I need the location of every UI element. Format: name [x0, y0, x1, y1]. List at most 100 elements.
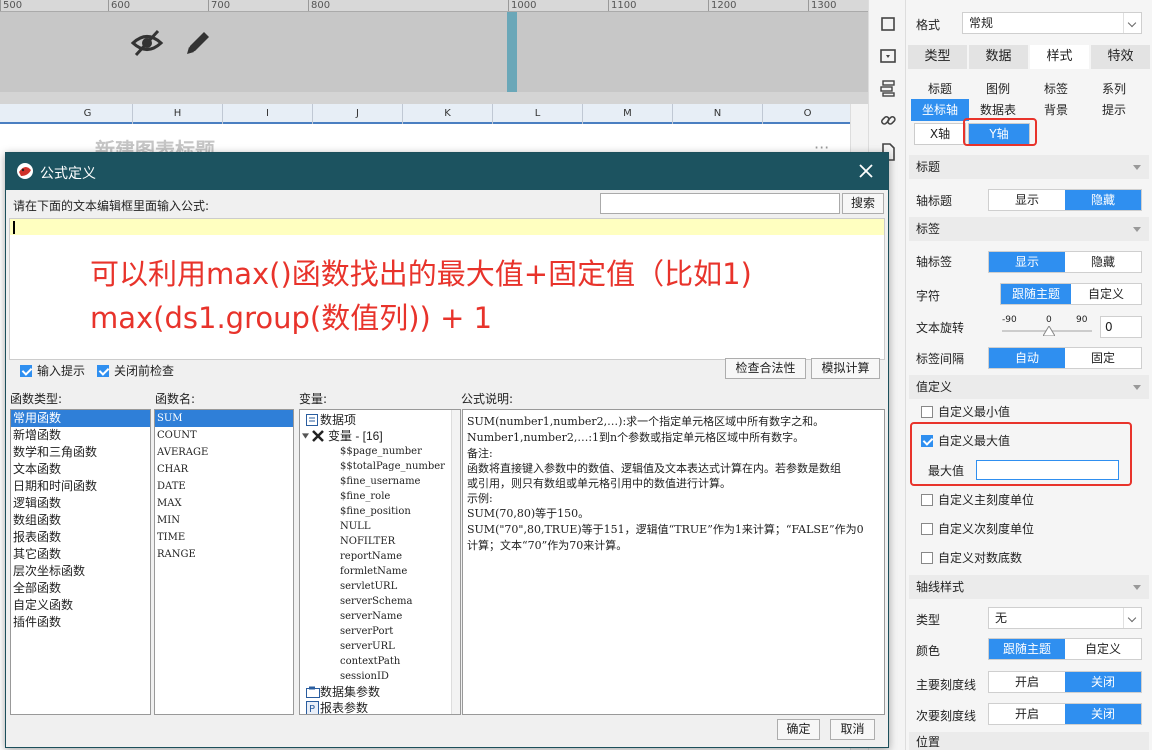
tab-type[interactable]: 类型	[908, 45, 967, 69]
search-button[interactable]: 搜索	[842, 193, 884, 214]
custom-major-checkbox[interactable]: 自定义主刻度单位	[921, 491, 1034, 508]
list-item[interactable]: NULL	[300, 519, 460, 534]
interval-toggle[interactable]: 自动 固定	[988, 347, 1142, 369]
char-custom[interactable]: 自定义	[1071, 284, 1141, 304]
custom-min-checkbox[interactable]: 自定义最小值	[921, 403, 1010, 420]
color-custom[interactable]: 自定义	[1065, 639, 1141, 659]
tab-x-axis[interactable]: X轴	[914, 123, 966, 145]
list-item[interactable]: 全部函数	[11, 580, 150, 597]
list-item[interactable]: 插件函数	[11, 614, 150, 631]
formula-editor[interactable]: 可以利用max()函数找出的最大值+固定值（比如1) max(ds1.group…	[9, 218, 885, 360]
list-item[interactable]: 层次坐标函数	[11, 563, 150, 580]
list-item[interactable]: AVERAGE	[155, 444, 293, 461]
search-input[interactable]	[600, 193, 840, 214]
tree-item-variable[interactable]: 变量 - [16]	[300, 428, 460, 444]
widget-icon[interactable]	[878, 46, 898, 66]
list-item[interactable]: 报表函数	[11, 529, 150, 546]
rotate-input[interactable]: 0	[1100, 316, 1142, 338]
list-item[interactable]: 逻辑函数	[11, 495, 150, 512]
char-follow-theme[interactable]: 跟随主题	[1001, 284, 1071, 304]
column-label[interactable]: J	[313, 104, 403, 124]
tab-style[interactable]: 样式	[1030, 45, 1089, 69]
format-select[interactable]: 常规	[962, 12, 1142, 34]
color-follow-theme[interactable]: 跟随主题	[989, 639, 1065, 659]
list-item[interactable]: TIME	[155, 529, 293, 546]
column-label[interactable]: L	[493, 104, 583, 124]
section-title[interactable]: 标题	[909, 155, 1149, 179]
list-item[interactable]: $fine_username	[300, 474, 460, 489]
list-item[interactable]: servletURL	[300, 579, 460, 594]
layers-icon[interactable]	[878, 78, 898, 98]
interval-auto[interactable]: 自动	[989, 348, 1065, 368]
list-item[interactable]: serverName	[300, 609, 460, 624]
axis-label-toggle[interactable]: 显示 隐藏	[988, 251, 1142, 273]
tree-item-report-param[interactable]: P 报表参数	[300, 700, 460, 714]
axis-label-show[interactable]: 显示	[989, 252, 1065, 272]
column-label[interactable]: N	[673, 104, 763, 124]
tab-data[interactable]: 数据	[969, 45, 1028, 69]
section-position[interactable]: 位置	[909, 732, 1149, 750]
section-value[interactable]: 值定义	[909, 375, 1149, 399]
func-type-list[interactable]: 常用函数 新增函数 数学和三角函数 文本函数 日期和时间函数 逻辑函数 数组函数…	[10, 409, 151, 715]
tree-scrollbar[interactable]	[451, 410, 460, 714]
char-toggle[interactable]: 跟随主题 自定义	[1000, 283, 1142, 305]
slider-thumb-icon[interactable]	[1043, 326, 1055, 336]
check-before-close-checkbox[interactable]: 关闭前检查	[97, 362, 174, 379]
list-item[interactable]: formletName	[300, 564, 460, 579]
column-label[interactable]: O	[763, 104, 853, 124]
tab-series[interactable]: 系列	[1085, 78, 1143, 100]
major-tick-toggle[interactable]: 开启 关闭	[988, 671, 1142, 693]
variable-tree[interactable]: 数据项 变量 - [16] $$page_number $$totalPage_…	[299, 409, 461, 715]
list-item[interactable]: $$page_number	[300, 444, 460, 459]
simulate-button[interactable]: 模拟计算	[811, 358, 880, 379]
cancel-button[interactable]: 取消	[830, 719, 875, 740]
tab-tooltip[interactable]: 提示	[1085, 99, 1143, 121]
custom-minor-checkbox[interactable]: 自定义次刻度单位	[921, 520, 1034, 537]
column-label[interactable]: K	[403, 104, 493, 124]
list-item[interactable]: sessionID	[300, 669, 460, 684]
list-item[interactable]: NOFILTER	[300, 534, 460, 549]
tab-effects[interactable]: 特效	[1091, 45, 1150, 69]
pencil-icon[interactable]	[182, 27, 214, 59]
list-item[interactable]: contextPath	[300, 654, 460, 669]
check-validity-button[interactable]: 检查合法性	[725, 358, 806, 379]
minor-tick-off[interactable]: 关闭	[1065, 704, 1141, 724]
link-icon[interactable]	[878, 110, 898, 130]
axis-title-hide[interactable]: 隐藏	[1065, 190, 1141, 210]
chevron-down-icon[interactable]	[302, 433, 309, 439]
close-icon[interactable]	[858, 163, 874, 179]
list-item[interactable]: 常用函数	[11, 410, 150, 427]
list-item[interactable]: 数学和三角函数	[11, 444, 150, 461]
axis-title-toggle[interactable]: 显示 隐藏	[988, 189, 1142, 211]
list-item[interactable]: RANGE	[155, 546, 293, 563]
list-item[interactable]: 其它函数	[11, 546, 150, 563]
list-item[interactable]: SUM	[155, 410, 293, 427]
minor-tick-toggle[interactable]: 开启 关闭	[988, 703, 1142, 725]
color-toggle[interactable]: 跟随主题 自定义	[988, 638, 1142, 660]
list-item[interactable]: reportName	[300, 549, 460, 564]
column-label[interactable]: H	[133, 104, 223, 124]
dialog-titlebar[interactable]: 公式定义	[6, 153, 888, 190]
list-item[interactable]: COUNT	[155, 427, 293, 444]
axis-label-hide[interactable]: 隐藏	[1065, 252, 1141, 272]
list-item[interactable]: serverPort	[300, 624, 460, 639]
line-type-select[interactable]: 无	[988, 607, 1142, 629]
square-icon[interactable]	[878, 14, 898, 34]
list-item[interactable]: 数组函数	[11, 512, 150, 529]
axis-title-show[interactable]: 显示	[989, 190, 1065, 210]
list-item[interactable]: 自定义函数	[11, 597, 150, 614]
list-item[interactable]: $fine_position	[300, 504, 460, 519]
list-item[interactable]: MIN	[155, 512, 293, 529]
tab-label[interactable]: 标签	[1027, 78, 1085, 100]
major-tick-on[interactable]: 开启	[989, 672, 1065, 692]
list-item[interactable]: DATE	[155, 478, 293, 495]
tree-item-data-item[interactable]: 数据项	[300, 412, 460, 428]
column-label[interactable]: M	[583, 104, 673, 124]
custom-log-checkbox[interactable]: 自定义对数底数	[921, 549, 1022, 566]
column-label[interactable]: G	[43, 104, 133, 124]
tab-legend[interactable]: 图例	[969, 78, 1027, 100]
list-item[interactable]: serverSchema	[300, 594, 460, 609]
list-item[interactable]: CHAR	[155, 461, 293, 478]
section-axis-line[interactable]: 轴线样式	[909, 575, 1149, 599]
list-item[interactable]: $$totalPage_number	[300, 459, 460, 474]
